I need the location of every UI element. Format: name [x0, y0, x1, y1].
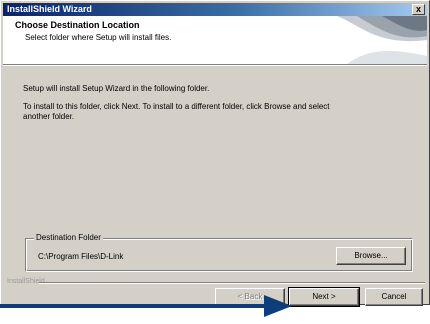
page-subtitle: Select folder where Setup will install f…	[25, 33, 172, 42]
cancel-button[interactable]: Cancel	[365, 288, 423, 306]
browse-button[interactable]: Browse...	[336, 247, 406, 265]
destination-folder-group: Destination Folder C:\Program Files\D-Li…	[25, 233, 413, 272]
destination-folder-label: Destination Folder	[34, 233, 103, 242]
header-separator	[3, 64, 427, 66]
instruction-text-line1: To install to this folder, click Next. T…	[23, 102, 330, 111]
title-bar[interactable]: InstallShield Wizard x	[3, 3, 427, 16]
arrow-pointer-icon	[0, 295, 292, 317]
intro-text: Setup will install Setup Wizard in the f…	[23, 84, 210, 93]
close-icon: x	[415, 4, 421, 14]
window-title: InstallShield Wizard	[7, 4, 92, 14]
page-title: Choose Destination Location	[15, 20, 140, 30]
wizard-header: Choose Destination Location Select folde…	[3, 16, 427, 64]
footer-separator	[39, 282, 425, 284]
instruction-text-line2: another folder.	[23, 112, 75, 121]
destination-path: C:\Program Files\D-Link	[38, 252, 124, 261]
close-button[interactable]: x	[412, 4, 425, 15]
installshield-dialog: InstallShield Wizard x Choose Destinatio…	[0, 0, 430, 307]
header-swoosh-graphic	[337, 16, 427, 64]
